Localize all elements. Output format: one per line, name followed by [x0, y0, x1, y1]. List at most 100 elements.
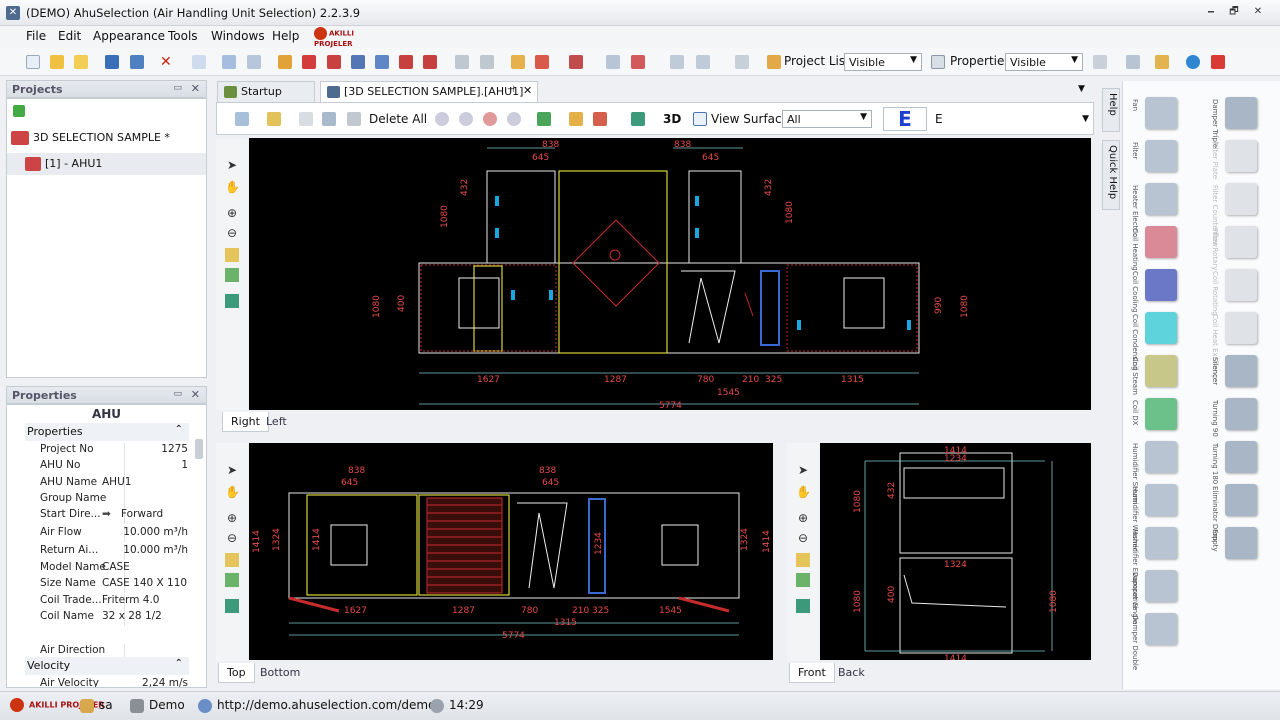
select-icon[interactable] [267, 112, 281, 126]
refresh-icon[interactable] [1186, 55, 1200, 69]
component-empty-icon[interactable] [1225, 527, 1257, 559]
component-humidifier-washer-icon[interactable] [1145, 484, 1177, 516]
component-filter-rotary-icon[interactable] [1225, 226, 1257, 258]
component-turning-180-icon[interactable] [1225, 441, 1257, 473]
property-row[interactable]: Return Ai... 10.000 m³/h [25, 543, 189, 560]
align-icon[interactable] [455, 55, 469, 69]
component-coil-rotating-icon[interactable] [1225, 269, 1257, 301]
tab-startup[interactable]: Startup [217, 81, 315, 102]
clipboard-icon[interactable] [511, 55, 525, 69]
close-icon[interactable]: ✕ [191, 82, 200, 95]
refresh-view-icon[interactable] [537, 112, 551, 126]
rotate-right-icon[interactable] [459, 112, 473, 126]
open-icon[interactable] [50, 55, 64, 69]
property-row[interactable]: Project No 1275 [25, 443, 189, 459]
category-velocity[interactable]: Velocity ⌃ [25, 657, 189, 675]
paste-icon[interactable] [535, 55, 549, 69]
component-coil-heat-exchanger-icon[interactable] [1225, 312, 1257, 344]
menu-edit[interactable]: Edit [58, 29, 81, 43]
status-user[interactable]: sa [80, 698, 113, 713]
menu-appearance[interactable]: Appearance [93, 29, 165, 43]
clipboard-icon[interactable] [569, 112, 583, 126]
settings-icon[interactable] [1093, 55, 1107, 69]
pointer-icon[interactable]: ➤ [796, 463, 810, 477]
tools-icon[interactable] [1155, 55, 1169, 69]
measure-icon[interactable] [225, 599, 239, 613]
component-heater-electric-icon[interactable] [1145, 183, 1177, 215]
zoom-out-icon[interactable]: ⊖ [796, 531, 810, 545]
component-silencer-icon[interactable] [1225, 355, 1257, 387]
component-filter-counterflow-icon[interactable] [1225, 183, 1257, 215]
paste-icon[interactable] [322, 112, 336, 126]
grid-icon[interactable] [670, 55, 684, 69]
status-mode[interactable]: Demo [130, 698, 185, 713]
pin-icon[interactable]: ▭ [173, 389, 182, 399]
pointer-icon[interactable]: ➤ [225, 158, 239, 172]
component-coil-dx-icon[interactable] [1145, 398, 1177, 430]
rotate-up-icon[interactable] [483, 112, 497, 126]
pan-hand-icon[interactable]: ✋ [225, 485, 240, 499]
property-row[interactable]: AHU No 1 [25, 459, 189, 476]
doc-icon[interactable] [375, 55, 389, 69]
cross-icon[interactable] [327, 55, 341, 69]
tab-bottom-view[interactable]: Bottom [252, 663, 308, 683]
zoom-in-icon[interactable]: ⊕ [225, 511, 239, 525]
export-icon[interactable] [569, 55, 583, 69]
tree-item-ahu[interactable]: [1] - AHU1 [7, 153, 206, 175]
export-view-icon[interactable] [593, 112, 607, 126]
category-properties[interactable]: Properties ⌃ [25, 423, 189, 441]
delete-all-button[interactable]: Delete All [369, 112, 427, 126]
print-preview-icon[interactable] [247, 55, 261, 69]
filter-icon[interactable] [631, 55, 645, 69]
zoom-out-icon[interactable]: ⊖ [225, 531, 239, 545]
zoom-extents-icon[interactable] [225, 248, 239, 262]
minus-icon[interactable] [351, 55, 365, 69]
chart-icon[interactable] [1126, 55, 1140, 69]
help-side-tab[interactable]: Help [1102, 88, 1120, 132]
property-row[interactable]: Air Velocity 2,24 m/s [25, 677, 189, 687]
tab-list-icon[interactable]: ▼ [1078, 84, 1085, 94]
component-coil-heating-icon[interactable] [1145, 226, 1177, 258]
component-damper-triple-icon[interactable] [1225, 97, 1257, 129]
rotate-down-icon[interactable] [507, 112, 521, 126]
copy-icon[interactable] [192, 55, 206, 69]
align-bottom-icon[interactable] [480, 55, 494, 69]
close-icon[interactable]: ✕ [191, 388, 200, 401]
3d-button[interactable]: 3D [663, 112, 681, 126]
component-filter-plate-icon[interactable] [1225, 140, 1257, 172]
view-icon[interactable] [235, 112, 249, 126]
add-project-icon[interactable] [13, 105, 25, 117]
zoom-out-icon[interactable]: ⊖ [225, 226, 239, 240]
page-icon[interactable] [735, 55, 749, 69]
property-row[interactable]: Coil Name 32 x 28 1/2 [25, 610, 189, 626]
zoom-in-icon[interactable]: ⊕ [796, 511, 810, 525]
layout-icon[interactable] [696, 55, 710, 69]
view-surface-select[interactable]: All ▼ [782, 110, 872, 128]
project-list-select[interactable]: Visible ▼ [844, 53, 922, 71]
menu-tools[interactable]: Tools [168, 29, 198, 43]
print-icon[interactable] [222, 55, 236, 69]
property-row[interactable]: Group Name [25, 491, 189, 508]
scrollbar-thumb[interactable] [195, 439, 203, 459]
close-button[interactable]: ✕ [1247, 4, 1269, 20]
component-turning-90-icon[interactable] [1225, 398, 1257, 430]
measure-icon[interactable] [796, 599, 810, 613]
component-coil-cooling-icon[interactable] [1145, 269, 1177, 301]
component-eliminator-drop-icon[interactable] [1225, 484, 1257, 516]
rotate-left-icon[interactable] [435, 112, 449, 126]
open-folder-icon[interactable] [74, 55, 88, 69]
zoom-in-icon[interactable]: ⊕ [225, 206, 239, 220]
save-all-icon[interactable] [130, 55, 144, 69]
save-icon[interactable] [105, 55, 119, 69]
maximize-button[interactable]: 🗗 [1223, 4, 1245, 20]
component-humidifier-evaporative-icon[interactable] [1145, 527, 1177, 559]
component-humidifier-steam-icon[interactable] [1145, 441, 1177, 473]
elevation-small-button[interactable]: E [935, 112, 943, 126]
pan-hand-icon[interactable]: ✋ [796, 485, 811, 499]
tool-icon[interactable] [278, 55, 292, 69]
component-coil-steam-icon[interactable] [1145, 355, 1177, 387]
exit-icon[interactable] [1211, 55, 1225, 69]
toolbar-overflow-icon[interactable]: ▼ [1082, 114, 1089, 124]
quick-help-side-tab[interactable]: Quick Help [1102, 140, 1120, 210]
elevation-big-button[interactable]: E [883, 107, 927, 131]
